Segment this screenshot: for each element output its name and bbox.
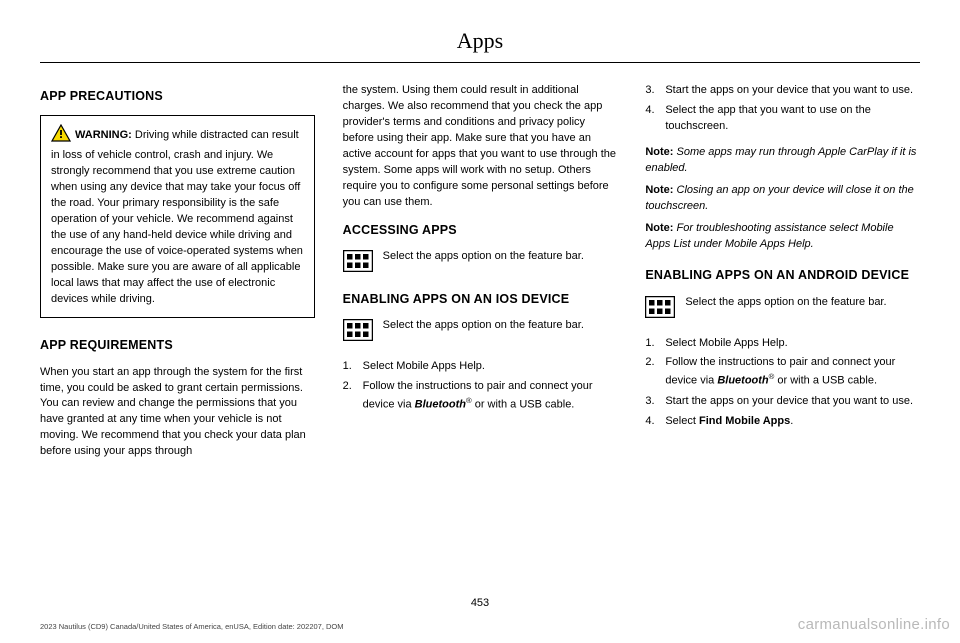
- warning-text: WARNING: Driving while distracted can re…: [51, 129, 303, 304]
- page-header: Apps: [40, 28, 920, 63]
- heading-app-requirements: APP REQUIREMENTS: [40, 336, 315, 354]
- note-1: Note: Some apps may run through Apple Ca…: [645, 145, 920, 177]
- requirements-paragraph: When you start an app through the system…: [40, 365, 315, 461]
- requirements-continuation: the system. Using them could result in a…: [343, 83, 618, 211]
- note-3: Note: For troubleshooting assistance sel…: [645, 221, 920, 253]
- list-item: 2. Follow the instructions to pair and c…: [645, 355, 920, 390]
- heading-app-precautions: APP PRECAUTIONS: [40, 87, 315, 105]
- accessing-apps-text: Select the apps option on the feature ba…: [383, 249, 618, 265]
- list-item: 3. Start the apps on your device that yo…: [645, 83, 920, 99]
- list-item: 4. Select Find Mobile Apps.: [645, 414, 920, 430]
- apps-grid-icon: [343, 319, 373, 347]
- note-2: Note: Closing an app on your device will…: [645, 183, 920, 215]
- heading-enabling-ios: ENABLING APPS ON AN IOS DEVICE: [343, 290, 618, 308]
- column-3: 3. Start the apps on your device that yo…: [645, 83, 920, 470]
- list-item: 2. Follow the instructions to pair and c…: [343, 379, 618, 414]
- footer-edition: 2023 Nautilus (CD9) Canada/United States…: [40, 622, 344, 631]
- heading-accessing-apps: ACCESSING APPS: [343, 221, 618, 239]
- footer-watermark: carmanualsonline.info: [798, 616, 950, 633]
- android-icon-text: Select the apps option on the feature ba…: [685, 295, 920, 311]
- list-item: 4. Select the app that you want to use o…: [645, 103, 920, 135]
- list-item: 1. Select Mobile Apps Help.: [343, 359, 618, 375]
- list-item: 3. Start the apps on your device that yo…: [645, 394, 920, 410]
- column-2: the system. Using them could result in a…: [343, 83, 618, 470]
- content-columns: APP PRECAUTIONS WARNING: Driving while d…: [40, 83, 920, 470]
- android-steps: 1. Select Mobile Apps Help. 2. Follow th…: [645, 336, 920, 430]
- ios-icon-text: Select the apps option on the feature ba…: [383, 318, 618, 334]
- warning-triangle-icon: [51, 124, 71, 148]
- column-1: APP PRECAUTIONS WARNING: Driving while d…: [40, 83, 315, 470]
- apps-grid-icon: [645, 296, 675, 324]
- list-item: 1. Select Mobile Apps Help.: [645, 336, 920, 352]
- ios-steps: 1. Select Mobile Apps Help. 2. Follow th…: [343, 359, 618, 413]
- ios-steps-continued: 3. Start the apps on your device that yo…: [645, 83, 920, 135]
- warning-box: WARNING: Driving while distracted can re…: [40, 115, 315, 318]
- heading-enabling-android: ENABLING APPS ON AN ANDROID DEVICE: [645, 266, 920, 284]
- page-number: 453: [0, 597, 960, 609]
- apps-grid-icon: [343, 250, 373, 278]
